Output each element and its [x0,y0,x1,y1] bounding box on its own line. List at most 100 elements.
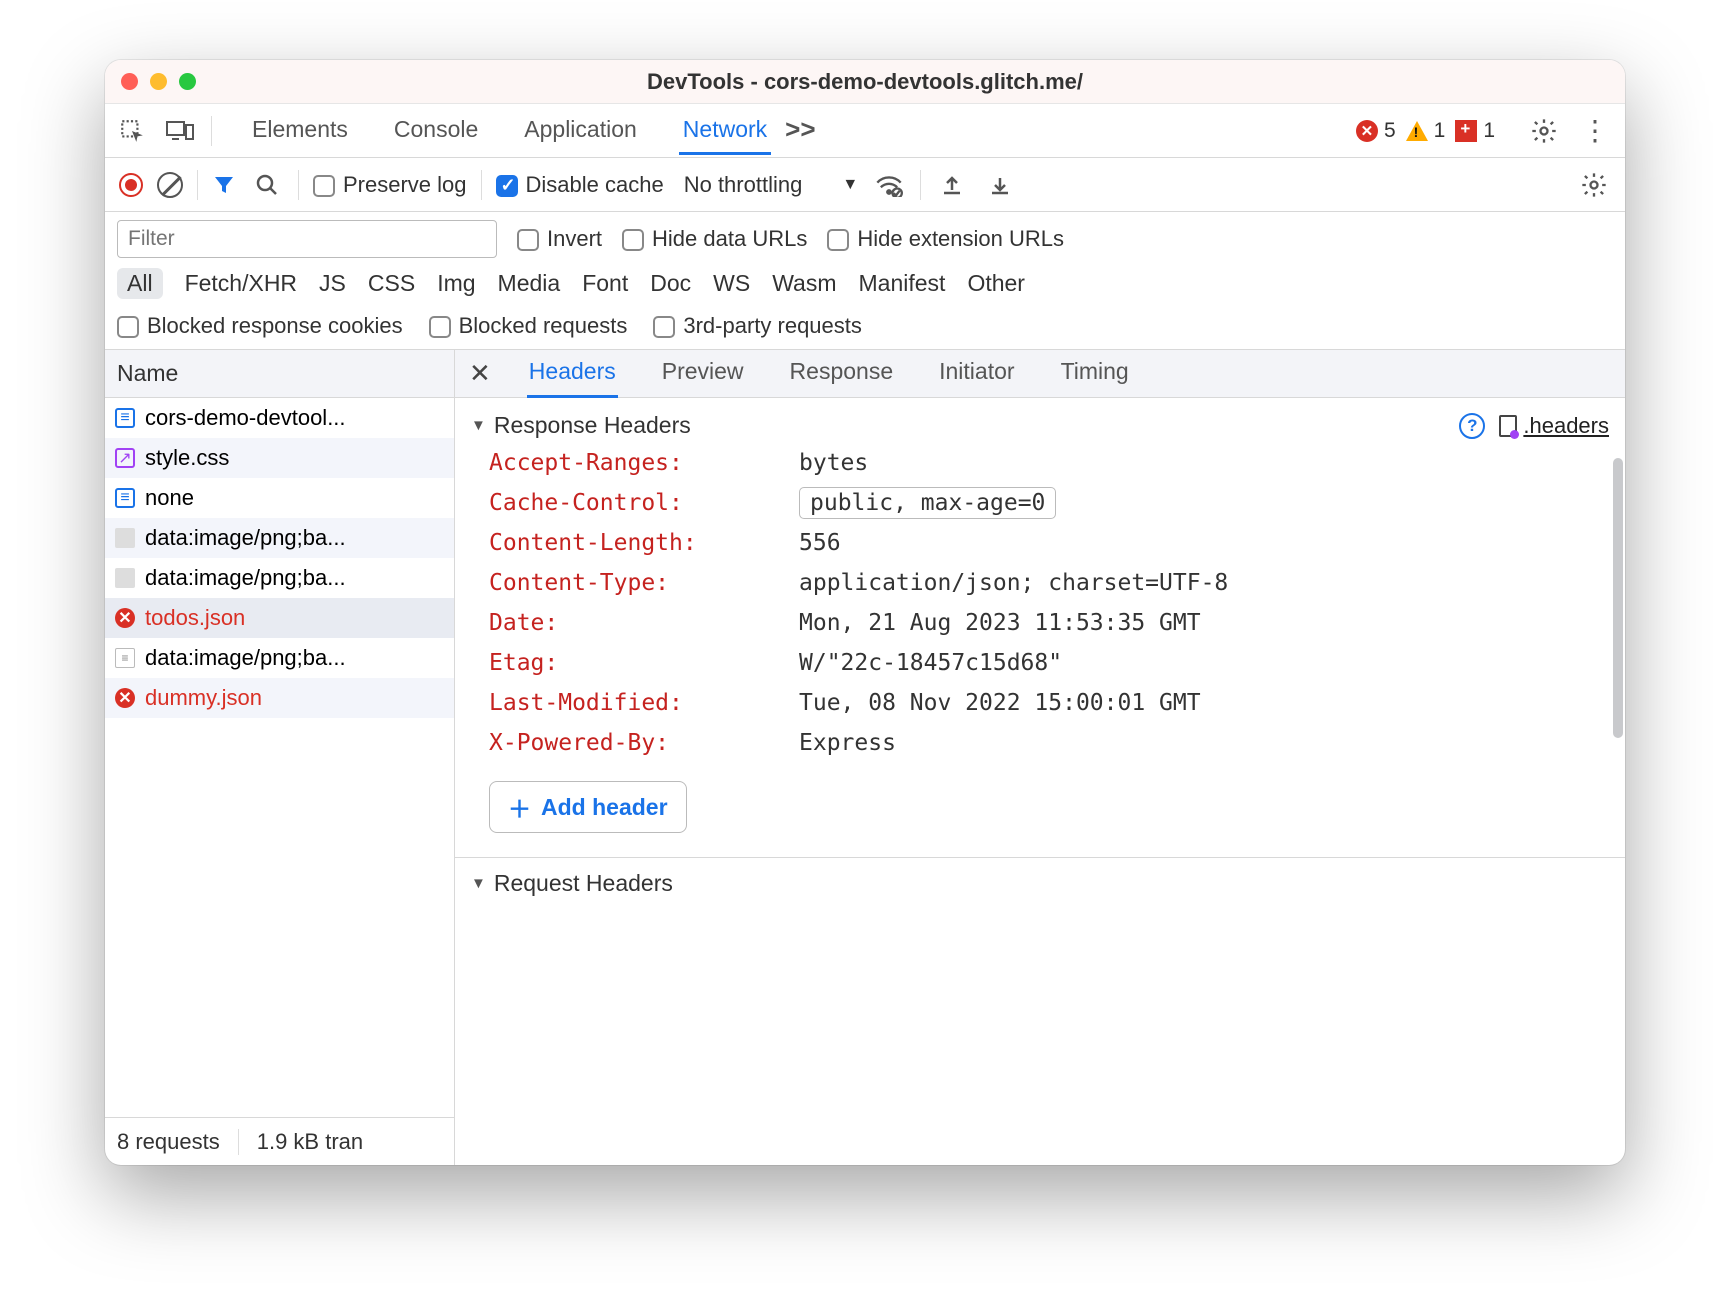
issues-badge[interactable]: 1 [1455,119,1495,143]
third-party-toggle[interactable]: 3rd-party requests [653,313,862,339]
file-icon [1499,415,1517,437]
detail-tab-timing[interactable]: Timing [1059,350,1131,398]
transfer-size: 1.9 kB tran [257,1129,363,1155]
type-chip-img[interactable]: Img [437,270,475,297]
type-chip-font[interactable]: Font [582,270,628,297]
blocked-filter-row: Blocked response cookies Blocked request… [105,307,1625,350]
request-label: data:image/png;ba... [145,525,346,551]
network-toolbar: Preserve log Disable cache No throttling… [105,158,1625,212]
header-value[interactable]: 556 [799,530,841,556]
search-icon[interactable] [250,168,284,202]
tab-elements[interactable]: Elements [248,106,352,155]
status-badges: ✕5 1 1 [1356,119,1495,143]
request-label: style.css [145,445,229,471]
tab-application[interactable]: Application [520,106,641,155]
header-value[interactable]: application/json; charset=UTF-8 [799,570,1228,596]
more-icon[interactable]: ⋮ [1575,114,1615,147]
request-row[interactable]: ✕todos.json [105,598,454,638]
close-detail-button[interactable]: ✕ [469,358,491,389]
blocked-cookies-toggle[interactable]: Blocked response cookies [117,313,403,339]
request-row[interactable]: ≡data:image/png;ba... [105,638,454,678]
header-row: Content-Length:556 [489,523,1609,563]
help-icon[interactable]: ? [1459,413,1485,439]
header-value[interactable]: Mon, 21 Aug 2023 11:53:35 GMT [799,610,1201,636]
header-row: Date:Mon, 21 Aug 2023 11:53:35 GMT [489,603,1609,643]
name-column-header[interactable]: Name [105,350,454,398]
header-row: Content-Type:application/json; charset=U… [489,563,1609,603]
request-row[interactable]: data:image/png;ba... [105,558,454,598]
requests-pane: Name ≡cors-demo-devtool...↗style.css≡non… [105,350,455,1165]
plus-icon: ＋ [508,790,531,824]
issue-icon [1455,120,1477,142]
type-chip-media[interactable]: Media [498,270,561,297]
filter-icon[interactable] [212,173,236,197]
hide-extension-urls-toggle[interactable]: Hide extension URLs [827,226,1064,252]
record-button[interactable] [119,173,143,197]
warnings-badge[interactable]: 1 [1406,119,1446,143]
header-value[interactable]: public, max-age=0 [799,490,1056,516]
overflow-icon[interactable]: >> [785,114,819,148]
request-headers-title: Request Headers [494,870,673,897]
request-row[interactable]: ≡cors-demo-devtool... [105,398,454,438]
blocked-requests-toggle[interactable]: Blocked requests [429,313,628,339]
type-chip-all[interactable]: All [117,268,163,299]
detail-tab-response[interactable]: Response [788,350,896,398]
headers-file-link[interactable]: .headers [1499,413,1609,439]
disclosure-icon[interactable]: ▼ [471,875,486,892]
device-icon[interactable] [163,114,197,148]
divider [298,170,299,200]
warnings-count: 1 [1434,119,1446,143]
errors-badge[interactable]: ✕5 [1356,119,1396,143]
request-label: todos.json [145,605,245,631]
detail-pane: ✕ HeadersPreviewResponseInitiatorTiming … [455,350,1625,1165]
response-headers-table: Accept-Ranges:bytesCache-Control:public,… [471,439,1609,769]
type-chip-manifest[interactable]: Manifest [859,270,946,297]
header-value[interactable]: W/"22c-18457c15d68" [799,650,1062,676]
clear-button[interactable] [157,172,183,198]
response-headers-section: ▼ Response Headers ? .headers Accept-Ran… [455,398,1625,839]
header-value[interactable]: Express [799,730,896,756]
request-row[interactable]: ≡none [105,478,454,518]
throttling-select[interactable]: No throttling [684,172,803,198]
detail-tab-initiator[interactable]: Initiator [937,350,1016,398]
tab-network[interactable]: Network [679,106,771,155]
type-chip-js[interactable]: JS [319,270,346,297]
request-row[interactable]: ✕dummy.json [105,678,454,718]
request-label: dummy.json [145,685,262,711]
header-value[interactable]: bytes [799,450,868,476]
settings-gear-icon[interactable] [1527,114,1561,148]
download-har-icon[interactable] [983,168,1017,202]
upload-har-icon[interactable] [935,168,969,202]
detail-tab-headers[interactable]: Headers [527,350,618,398]
header-value[interactable]: Tue, 08 Nov 2022 15:00:01 GMT [799,690,1201,716]
preserve-log-toggle[interactable]: Preserve log [313,172,467,198]
network-conditions-icon[interactable] [872,168,906,202]
request-row[interactable]: data:image/png;ba... [105,518,454,558]
tab-console[interactable]: Console [390,106,482,155]
filter-row: Invert Hide data URLs Hide extension URL… [105,212,1625,262]
inspect-icon[interactable] [115,114,149,148]
type-chip-doc[interactable]: Doc [650,270,691,297]
devtools-window: DevTools - cors-demo-devtools.glitch.me/… [105,60,1625,1165]
type-chip-ws[interactable]: WS [713,270,750,297]
detail-tabstrip: ✕ Headers Preview Response Initiator Timing [455,350,1625,398]
disclosure-icon[interactable]: ▼ [471,417,486,434]
add-header-button[interactable]: ＋ Add header [489,781,687,833]
filter-input[interactable] [117,220,497,258]
invert-toggle[interactable]: Invert [517,226,602,252]
hide-data-urls-toggle[interactable]: Hide data URLs [622,226,807,252]
type-chip-css[interactable]: CSS [368,270,415,297]
split-pane: Name ≡cors-demo-devtool...↗style.css≡non… [105,350,1625,1165]
detail-tab-preview[interactable]: Preview [660,350,746,398]
scrollbar-thumb[interactable] [1613,458,1623,738]
type-chip-wasm[interactable]: Wasm [772,270,836,297]
chevron-down-icon[interactable]: ▼ [842,176,858,194]
request-row[interactable]: ↗style.css [105,438,454,478]
type-chip-other[interactable]: Other [967,270,1025,297]
header-name: Content-Type: [489,570,799,596]
request-headers-section: ▼ Request Headers [455,857,1625,903]
type-chip-fetch-xhr[interactable]: Fetch/XHR [185,270,297,297]
header-row: Last-Modified:Tue, 08 Nov 2022 15:00:01 … [489,683,1609,723]
network-settings-icon[interactable] [1577,168,1611,202]
disable-cache-toggle[interactable]: Disable cache [496,172,664,198]
